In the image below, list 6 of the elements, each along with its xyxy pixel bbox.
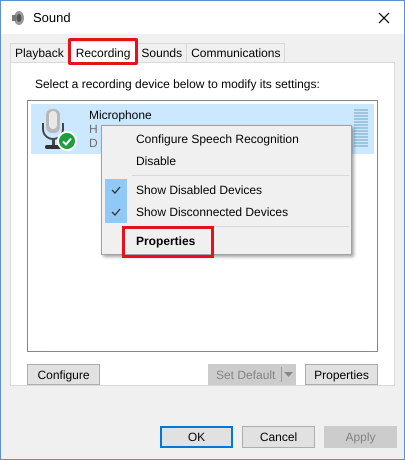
device-description: H [89,122,99,136]
window-title: Sound [33,8,71,27]
device-name: Microphone [89,108,152,122]
split-button: Set Default [208,364,296,385]
instruction-text: Select a recording device below to modify its settings: [35,76,321,93]
dialog-button: Apply [324,426,397,448]
